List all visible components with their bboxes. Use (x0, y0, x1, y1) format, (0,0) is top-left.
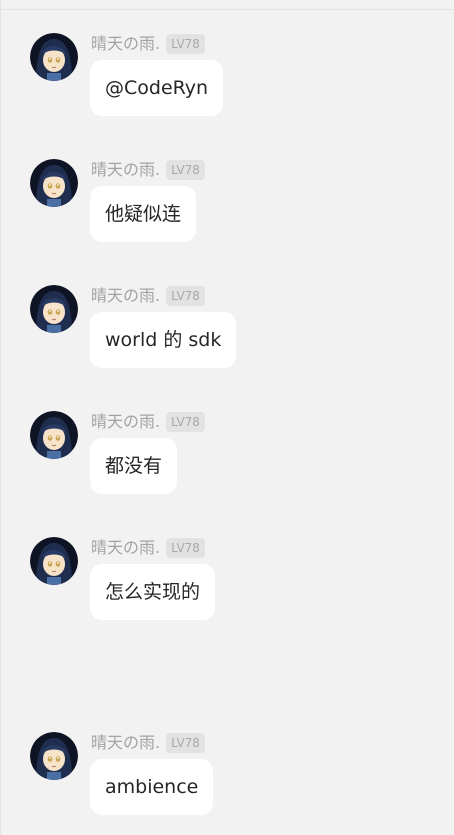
user-nickname[interactable]: 晴天の雨. (91, 285, 160, 307)
user-avatar[interactable] (30, 159, 78, 207)
message-bubble[interactable]: ambience (90, 759, 214, 815)
message-bubble[interactable]: 都没有 (90, 438, 178, 494)
message-bubble[interactable]: world 的 sdk (90, 312, 237, 368)
user-nickname[interactable]: 晴天の雨. (91, 159, 160, 181)
message-meta: 晴天の雨. LV78 (91, 411, 205, 433)
anime-girl-avatar-icon (30, 537, 78, 585)
top-divider (0, 9, 454, 10)
message-bubble[interactable]: 他疑似连 (90, 186, 197, 242)
message-meta: 晴天の雨. LV78 (91, 732, 205, 754)
user-nickname[interactable]: 晴天の雨. (91, 33, 160, 55)
chat-message: 晴天の雨. LV78 他疑似连 (0, 159, 454, 249)
anime-girl-avatar-icon (30, 33, 78, 81)
message-meta: 晴天の雨. LV78 (91, 159, 205, 181)
chat-message: 晴天の雨. LV78 怎么实现的 (0, 537, 454, 627)
user-nickname[interactable]: 晴天の雨. (91, 537, 160, 559)
user-nickname[interactable]: 晴天の雨. (91, 411, 160, 433)
level-badge: LV78 (166, 412, 205, 432)
chat-message: 晴天の雨. LV78 ambience (0, 732, 454, 822)
anime-girl-avatar-icon (30, 732, 78, 780)
user-avatar[interactable] (30, 285, 78, 333)
user-avatar[interactable] (30, 537, 78, 585)
message-meta: 晴天の雨. LV78 (91, 285, 205, 307)
anime-girl-avatar-icon (30, 411, 78, 459)
user-avatar[interactable] (30, 732, 78, 780)
user-avatar[interactable] (30, 33, 78, 81)
anime-girl-avatar-icon (30, 285, 78, 333)
level-badge: LV78 (166, 34, 205, 54)
chat-message: 晴天の雨. LV78 world 的 sdk (0, 285, 454, 375)
level-badge: LV78 (166, 538, 205, 558)
message-meta: 晴天の雨. LV78 (91, 537, 205, 559)
message-bubble[interactable]: 怎么实现的 (90, 564, 216, 620)
anime-girl-avatar-icon (30, 159, 78, 207)
message-bubble[interactable]: @CodeRyn (90, 60, 224, 116)
level-badge: LV78 (166, 160, 205, 180)
message-meta: 晴天の雨. LV78 (91, 33, 205, 55)
chat-message: 晴天の雨. LV78 都没有 (0, 411, 454, 501)
level-badge: LV78 (166, 733, 205, 753)
level-badge: LV78 (166, 286, 205, 306)
user-avatar[interactable] (30, 411, 78, 459)
user-nickname[interactable]: 晴天の雨. (91, 732, 160, 754)
chat-message: 晴天の雨. LV78 @CodeRyn (0, 33, 454, 123)
